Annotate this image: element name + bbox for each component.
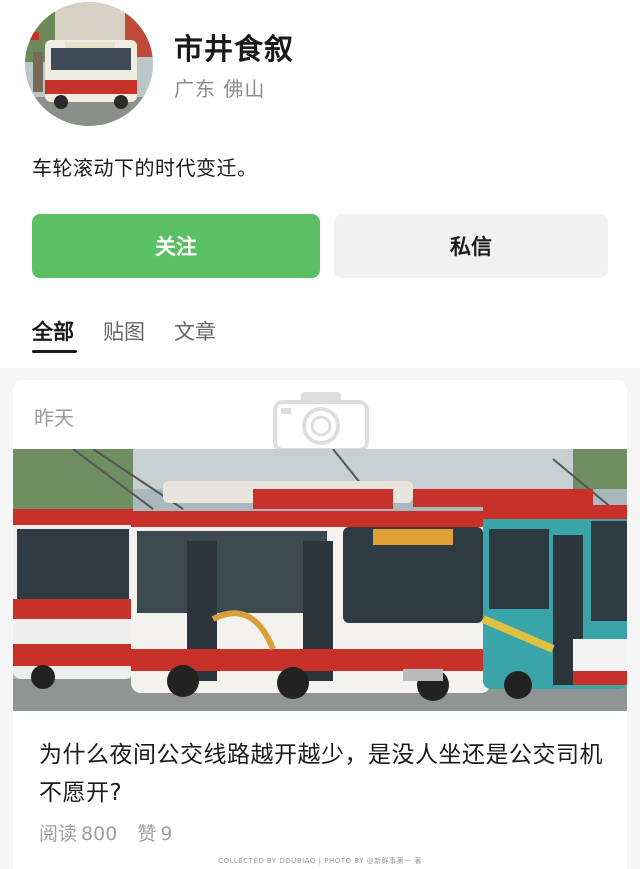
read-value: 800 (81, 823, 118, 845)
post-stats: 阅读 800 赞9 (39, 819, 186, 846)
message-button[interactable]: 私信 (334, 214, 608, 278)
like-count: 赞9 (137, 823, 172, 845)
read-label: 阅读 (39, 823, 78, 845)
bus-photo-icon (13, 449, 627, 711)
post-card[interactable]: 昨天 为什么夜间公交线路越开越少，是没人坐还是公交司机不愿开? 阅读 800 赞… (13, 380, 627, 869)
profile-location: 广东 佛山 (174, 77, 266, 101)
post-image[interactable] (13, 449, 627, 711)
tab-images[interactable]: 贴图 (103, 316, 145, 346)
like-value: 9 (160, 823, 173, 845)
camera-watermark-icon (273, 392, 369, 452)
avatar-bus-icon (25, 2, 153, 126)
profile-page: 市井食叙 广东 佛山 车轮滚动下的时代变迁。 关注 私信 全部 贴图 文章 昨天 (0, 0, 640, 869)
tab-articles[interactable]: 文章 (174, 316, 216, 346)
like-label: 赞 (137, 823, 157, 845)
follow-button[interactable]: 关注 (32, 214, 320, 278)
photo-credit: COLLECTED BY DOUBIAO | PHOTO BY @新鲜事第一 著 (218, 857, 422, 865)
profile-name: 市井食叙 (174, 32, 295, 66)
active-tab-indicator (32, 350, 77, 353)
read-count: 阅读 800 (39, 823, 117, 845)
avatar[interactable] (25, 2, 153, 126)
profile-bio: 车轮滚动下的时代变迁。 (32, 156, 258, 180)
tab-all[interactable]: 全部 (32, 316, 74, 346)
post-date: 昨天 (34, 406, 74, 430)
post-title[interactable]: 为什么夜间公交线路越开越少，是没人坐还是公交司机不愿开? (39, 736, 609, 812)
